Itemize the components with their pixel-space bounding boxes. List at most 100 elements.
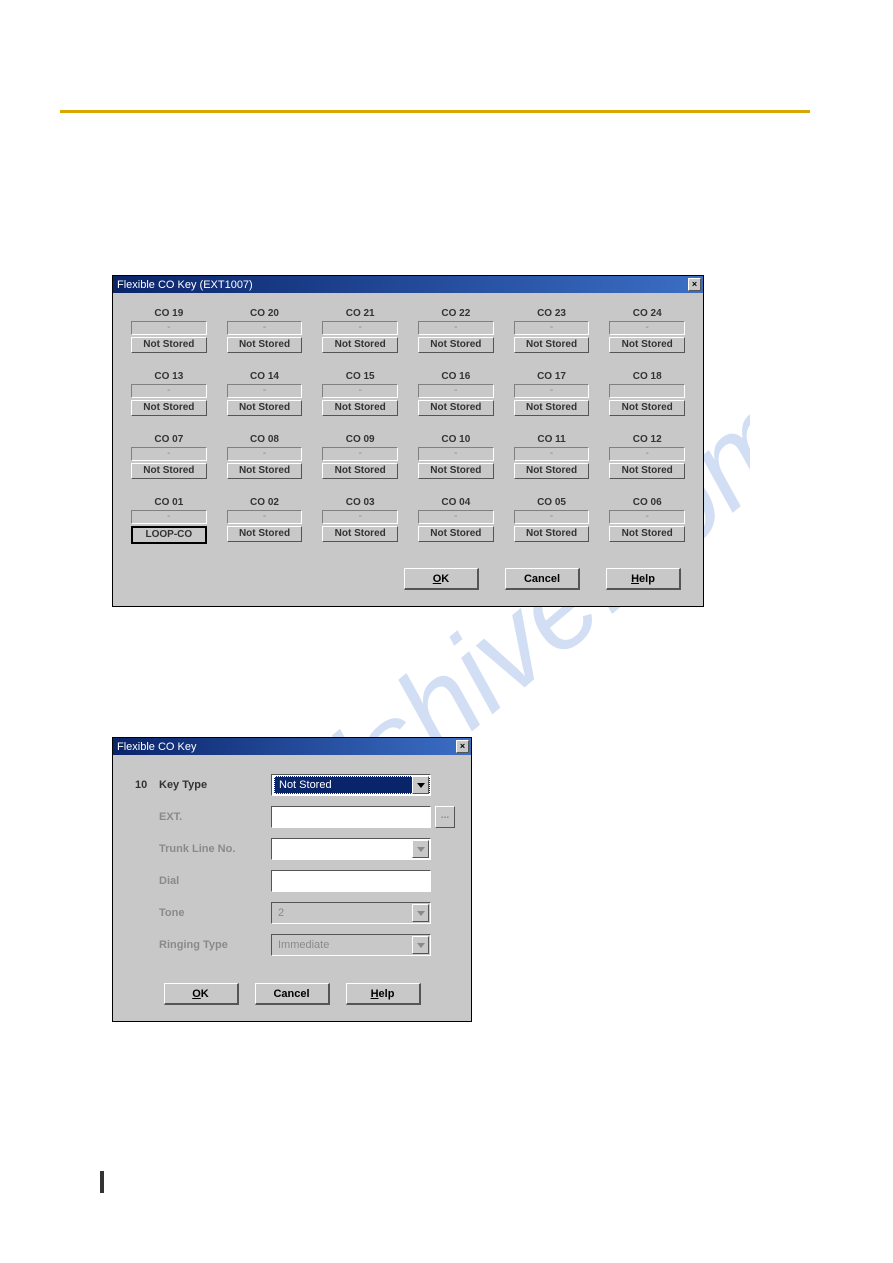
co-dash-field[interactable]: -: [131, 384, 207, 398]
cancel-button[interactable]: Cancel: [505, 568, 580, 590]
co-status-button[interactable]: Not Stored: [227, 463, 303, 479]
co-row: CO 07-Not StoredCO 08-Not StoredCO 09-No…: [131, 434, 685, 479]
co-status-button[interactable]: Not Stored: [514, 400, 590, 416]
co-dash-field[interactable]: -: [322, 510, 398, 524]
co-status-button[interactable]: Not Stored: [227, 337, 303, 353]
chevron-down-icon[interactable]: [412, 936, 429, 954]
ok-button[interactable]: OK: [404, 568, 479, 590]
co-dash-field[interactable]: -: [609, 510, 685, 524]
co-dash-field[interactable]: -: [514, 510, 590, 524]
co-cell: CO 10-Not Stored: [418, 434, 494, 479]
co-dash-field[interactable]: -: [514, 321, 590, 335]
co-label: CO 06: [609, 497, 685, 508]
co-cell: CO 11-Not Stored: [514, 434, 590, 479]
tone-select[interactable]: 2: [271, 902, 431, 924]
co-dash-field[interactable]: -: [227, 384, 303, 398]
ext-browse-button[interactable]: ...: [435, 806, 455, 828]
co-dash-field[interactable]: -: [131, 321, 207, 335]
co-status-button[interactable]: Not Stored: [514, 337, 590, 353]
co-dash-field[interactable]: -: [322, 447, 398, 461]
co-status-button[interactable]: Not Stored: [609, 337, 685, 353]
co-label: CO 23: [514, 308, 590, 319]
co-cell: CO 12 - Not Stored: [609, 434, 685, 479]
co-status-button[interactable]: Not Stored: [609, 526, 685, 542]
ok-button[interactable]: OK: [164, 983, 239, 1005]
co-status-button[interactable]: Not Stored: [131, 337, 207, 353]
co-status-button[interactable]: Not Stored: [131, 400, 207, 416]
co-label: CO 12: [609, 434, 685, 445]
co-cell: CO 13 - Not Stored: [131, 371, 207, 416]
co-cell: CO 19-Not Stored: [131, 308, 207, 353]
co-status-button[interactable]: Not Stored: [322, 337, 398, 353]
co-label: CO 03: [322, 497, 398, 508]
ringing-select[interactable]: Immediate: [271, 934, 431, 956]
co-status-button[interactable]: Not Stored: [514, 526, 590, 542]
co-cell: CO 02-Not Stored: [227, 497, 303, 544]
co-dash-field[interactable]: -: [514, 384, 590, 398]
help-button[interactable]: Help: [346, 983, 421, 1005]
co-status-button[interactable]: Not Stored: [322, 463, 398, 479]
co-status-button[interactable]: Not Stored: [418, 337, 494, 353]
co-status-button[interactable]: Not Stored: [227, 400, 303, 416]
co-cell: CO 07 - Not Stored: [131, 434, 207, 479]
co-cell: CO 03 - Not Stored: [322, 497, 398, 544]
co-cell: CO 08-Not Stored: [227, 434, 303, 479]
co-dash-field[interactable]: -: [227, 447, 303, 461]
co-dash-field[interactable]: -: [227, 510, 303, 524]
co-dash-field[interactable]: -: [131, 510, 207, 524]
co-dash-field[interactable]: -: [418, 510, 494, 524]
co-loop-button[interactable]: LOOP-CO: [131, 526, 207, 544]
co-row: CO 01-LOOP-COCO 02-Not StoredCO 03-Not S…: [131, 497, 685, 544]
co-status-button[interactable]: Not Stored: [609, 400, 685, 416]
co-dash-field[interactable]: -: [418, 447, 494, 461]
co-dash-field[interactable]: -: [418, 384, 494, 398]
dial-label: Dial: [159, 875, 271, 887]
co-dash-field[interactable]: -: [418, 321, 494, 335]
co-dash-field[interactable]: -: [609, 321, 685, 335]
dialog2-footer: OK Cancel Help: [113, 969, 471, 1021]
co-label: CO 13: [131, 371, 207, 382]
co-status-button[interactable]: Not Stored: [418, 400, 494, 416]
co-cell: CO 24-Not Stored: [609, 308, 685, 353]
dial-input[interactable]: [271, 870, 431, 892]
key-type-select[interactable]: Not Stored: [271, 774, 431, 796]
chevron-down-icon[interactable]: [412, 776, 429, 794]
co-label: CO 15: [322, 371, 398, 382]
close-icon[interactable]: ×: [688, 278, 701, 291]
chevron-down-icon[interactable]: [412, 904, 429, 922]
chevron-down-icon[interactable]: [412, 840, 429, 858]
co-status-button[interactable]: Not Stored: [322, 400, 398, 416]
co-status-button[interactable]: Not Stored: [418, 526, 494, 542]
co-label: CO 14: [227, 371, 303, 382]
co-dash-field[interactable]: -: [322, 321, 398, 335]
co-dash-field[interactable]: -: [322, 384, 398, 398]
ext-input[interactable]: [271, 806, 431, 828]
trunk-select[interactable]: [271, 838, 431, 860]
ext-label: EXT.: [159, 811, 271, 823]
co-status-button[interactable]: Not Stored: [418, 463, 494, 479]
co-cell: CO 04-Not Stored: [418, 497, 494, 544]
help-button[interactable]: Help: [606, 568, 681, 590]
co-label: CO 09: [322, 434, 398, 445]
dialog1-titlebar: Flexible CO Key (EXT1007) ×: [113, 276, 703, 293]
co-dash-field[interactable]: [609, 384, 685, 398]
co-dash-field[interactable]: -: [609, 447, 685, 461]
ext-row: EXT. ...: [135, 805, 455, 829]
header-divider: [60, 110, 810, 113]
dial-row: Dial: [135, 869, 455, 893]
co-status-button[interactable]: Not Stored: [322, 526, 398, 542]
close-icon[interactable]: ×: [456, 740, 469, 753]
co-dash-field[interactable]: -: [131, 447, 207, 461]
cancel-button[interactable]: Cancel: [255, 983, 330, 1005]
dialog1-title: Flexible CO Key (EXT1007): [117, 279, 253, 291]
co-dash-field[interactable]: -: [227, 321, 303, 335]
key-number: 10: [135, 779, 159, 791]
co-status-button[interactable]: Not Stored: [609, 463, 685, 479]
co-dash-field[interactable]: -: [514, 447, 590, 461]
co-status-button[interactable]: Not Stored: [514, 463, 590, 479]
co-status-button[interactable]: Not Stored: [227, 526, 303, 542]
co-cell: CO 22-Not Stored: [418, 308, 494, 353]
co-status-button[interactable]: Not Stored: [131, 463, 207, 479]
dialog1-footer: OK Cancel Help: [113, 554, 703, 606]
co-label: CO 07: [131, 434, 207, 445]
